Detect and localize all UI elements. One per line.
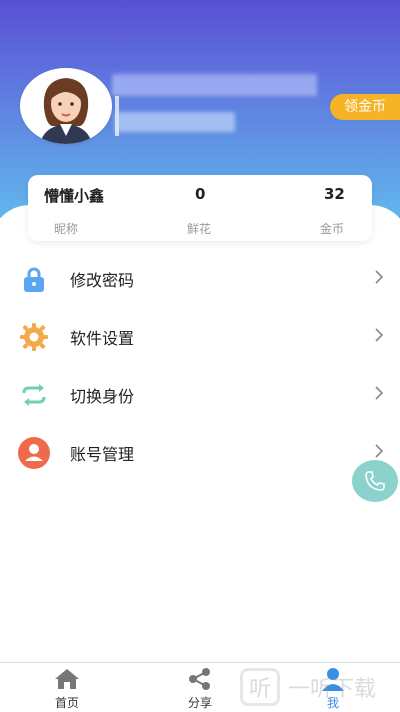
nickname-label: 昵称 [54, 222, 79, 236]
settings-menu: 修改密码 软件设置 切换身份 账号管理 [0, 250, 400, 482]
chevron-right-icon [374, 269, 384, 289]
menu-item-software-settings[interactable]: 软件设置 [0, 308, 400, 366]
gear-icon [18, 321, 50, 353]
avatar-illustration-icon [20, 68, 112, 144]
username-redacted [112, 74, 317, 96]
tab-label: 首页 [54, 696, 79, 710]
menu-item-change-password[interactable]: 修改密码 [0, 250, 400, 308]
swap-icon [18, 379, 50, 411]
coins-value: 32 [324, 185, 345, 203]
coins-label: 金币 [320, 222, 345, 236]
userid-redacted [115, 112, 235, 132]
tab-label: 分享 [187, 696, 212, 710]
watermark-mark-icon: 听 [240, 668, 280, 706]
menu-label: 账号管理 [70, 445, 135, 464]
user-icon [18, 437, 50, 469]
flowers-value: 0 [195, 185, 206, 203]
phone-icon [365, 471, 385, 491]
home-icon [55, 669, 79, 689]
lock-icon [18, 263, 50, 295]
watermark-logo: 听 一听下载 [240, 666, 400, 708]
chevron-right-icon [374, 327, 384, 347]
menu-item-switch-identity[interactable]: 切换身份 [0, 366, 400, 424]
menu-item-account-management[interactable]: 账号管理 [0, 424, 400, 482]
claim-coins-button[interactable]: 领金币 [330, 94, 400, 120]
watermark-text: 一听下载 [288, 677, 377, 702]
avatar[interactable] [20, 68, 112, 144]
nickname-value: 懵懂小鑫 [44, 187, 105, 205]
stats-card: 懵懂小鑫 昵称 0 鲜花 32 金币 [28, 175, 372, 241]
chevron-right-icon [374, 385, 384, 405]
phone-support-button[interactable] [352, 460, 398, 502]
flowers-label: 鲜花 [187, 222, 212, 236]
share-icon [189, 668, 210, 690]
menu-label: 修改密码 [70, 271, 135, 290]
tab-share[interactable]: 分享 [160, 663, 240, 712]
menu-label: 软件设置 [70, 329, 135, 348]
tab-home[interactable]: 首页 [27, 663, 107, 712]
menu-label: 切换身份 [70, 387, 135, 406]
